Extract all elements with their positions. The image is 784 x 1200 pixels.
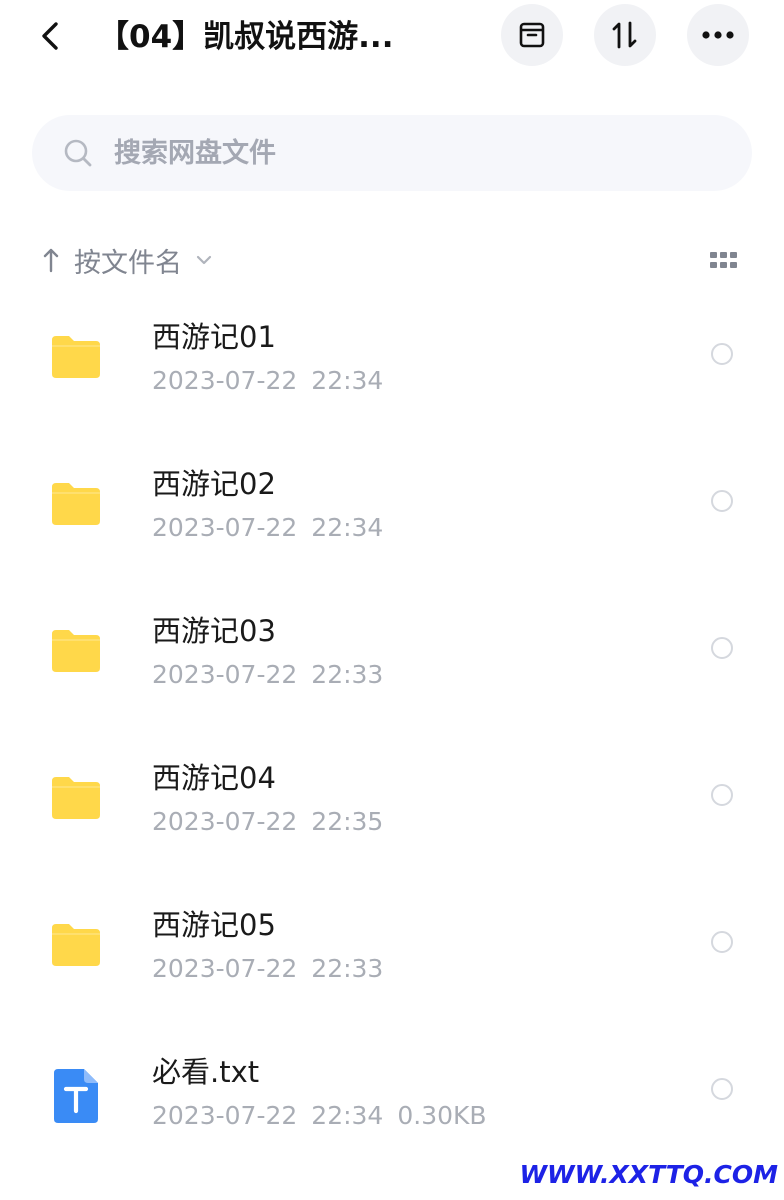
- arrow-up-icon: [43, 248, 59, 273]
- sort-label: 按文件名: [74, 247, 182, 279]
- watermark: WWW.XXTTQ.COM: [519, 1160, 778, 1189]
- file-name: 必看.txt: [152, 1055, 260, 1089]
- file-date: 2023-07-22: [152, 513, 298, 542]
- folder-icon: [52, 924, 100, 966]
- folder-icon: [52, 630, 100, 672]
- select-checkbox[interactable]: [711, 1078, 733, 1100]
- file-row[interactable]: 西游记05 2023-07-22 22:33: [0, 876, 784, 1023]
- file-date: 2023-07-22: [152, 807, 298, 836]
- sort-order-icon: [612, 21, 637, 49]
- file-row[interactable]: 必看.txt 2023-07-22 22:34 0.30KB: [0, 1023, 784, 1170]
- archive-button[interactable]: [501, 4, 563, 66]
- archive-icon: [519, 22, 545, 48]
- select-checkbox[interactable]: [711, 637, 733, 659]
- file-size: 0.30KB: [397, 1101, 487, 1130]
- search-icon: [62, 137, 94, 169]
- file-meta: 2023-07-22 22:34 0.30KB: [152, 1101, 487, 1130]
- select-checkbox[interactable]: [711, 931, 733, 953]
- file-date: 2023-07-22: [152, 660, 298, 689]
- select-checkbox[interactable]: [711, 343, 733, 365]
- page-title: 【04】凯叔说西游...: [98, 19, 394, 55]
- folder-icon: [52, 483, 100, 525]
- file-row[interactable]: 西游记02 2023-07-22 22:34: [0, 435, 784, 582]
- search-input[interactable]: [114, 115, 714, 191]
- file-meta: 2023-07-22 22:35: [152, 807, 383, 836]
- file-time: 22:35: [311, 807, 384, 836]
- sort-bar: 按文件名: [0, 232, 784, 288]
- chevron-left-icon: [42, 22, 58, 50]
- select-checkbox[interactable]: [711, 784, 733, 806]
- file-meta: 2023-07-22 22:33: [152, 954, 383, 983]
- sort-by-name-toggle[interactable]: 按文件名: [38, 232, 212, 288]
- file-meta: 2023-07-22 22:34: [152, 366, 383, 395]
- select-checkbox[interactable]: [711, 490, 733, 512]
- grid-view-icon: [710, 252, 737, 268]
- file-date: 2023-07-22: [152, 1101, 298, 1130]
- file-name: 西游记05: [152, 908, 276, 942]
- file-date: 2023-07-22: [152, 954, 298, 983]
- file-time: 22:34: [311, 1101, 384, 1130]
- chevron-down-icon: [196, 255, 212, 265]
- text-file-icon: [54, 1069, 98, 1123]
- file-name: 西游记02: [152, 467, 276, 501]
- file-meta: 2023-07-22 22:33: [152, 660, 383, 689]
- folder-icon: [52, 777, 100, 819]
- file-time: 22:33: [311, 660, 384, 689]
- file-date: 2023-07-22: [152, 366, 298, 395]
- more-button[interactable]: [687, 4, 749, 66]
- file-row[interactable]: 西游记03 2023-07-22 22:33: [0, 582, 784, 729]
- more-horizontal-icon: [702, 31, 734, 39]
- file-name: 西游记04: [152, 761, 276, 795]
- grid-view-toggle[interactable]: [706, 246, 742, 276]
- sort-order-button[interactable]: [594, 4, 656, 66]
- search-bar[interactable]: [32, 115, 752, 191]
- file-time: 22:33: [311, 954, 384, 983]
- back-button[interactable]: [28, 14, 72, 58]
- header: 【04】凯叔说西游...: [0, 0, 784, 80]
- file-name: 西游记03: [152, 614, 276, 648]
- file-list: 西游记01 2023-07-22 22:34 西游记02 2023-07-22 22…: [0, 288, 784, 1170]
- file-row[interactable]: 西游记01 2023-07-22 22:34: [0, 288, 784, 435]
- folder-icon: [52, 336, 100, 378]
- file-row[interactable]: 西游记04 2023-07-22 22:35: [0, 729, 784, 876]
- file-meta: 2023-07-22 22:34: [152, 513, 383, 542]
- file-time: 22:34: [311, 513, 384, 542]
- file-time: 22:34: [311, 366, 384, 395]
- file-name: 西游记01: [152, 320, 276, 354]
